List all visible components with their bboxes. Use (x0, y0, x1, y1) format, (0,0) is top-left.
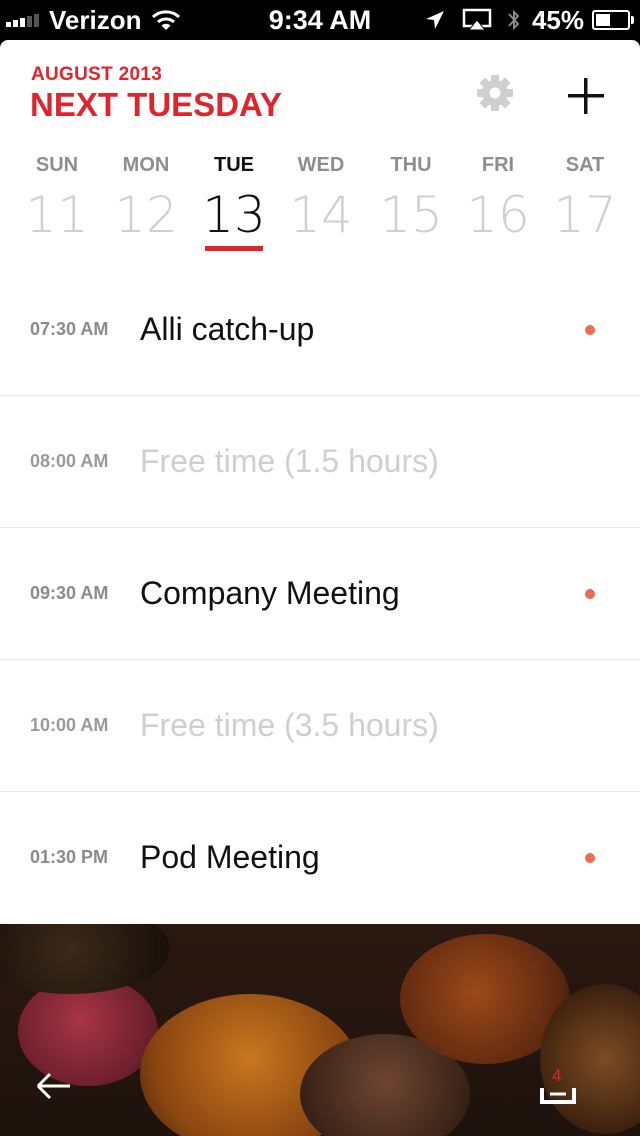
day-tue[interactable]: TUE 13 (189, 150, 279, 250)
day-number: 16 (466, 186, 530, 244)
free-time-row[interactable]: 10:00 AM Free time (3.5 hours) (0, 660, 640, 792)
day-of-week: SUN (35, 154, 79, 176)
calendar-card: AUGUST 2013 NEXT TUESDAY SUN 11 MON 12 T… (0, 40, 640, 924)
bluetooth-icon (508, 9, 520, 31)
day-fri[interactable]: FRI 16 (453, 150, 543, 250)
event-title: Company Meeting (140, 575, 400, 611)
day-sat[interactable]: SAT 17 (540, 150, 630, 250)
event-dot (585, 853, 595, 863)
notification-badge: 4 (552, 1066, 562, 1085)
plus-icon[interactable] (564, 74, 608, 118)
event-title: Free time (1.5 hours) (140, 443, 439, 479)
month-label: AUGUST 2013 (31, 64, 163, 85)
day-of-week: TUE (214, 154, 254, 176)
event-list: 07:30 AM Alli catch-up 08:00 AM Free tim… (0, 264, 640, 923)
day-number: 14 (289, 186, 353, 244)
event-time: 01:30 PM (30, 847, 109, 867)
day-number: 12 (114, 186, 178, 244)
day-number: 17 (553, 186, 617, 244)
day-number: 13 (202, 186, 266, 244)
event-row[interactable]: 01:30 PM Pod Meeting (0, 792, 640, 923)
event-dot (585, 589, 595, 599)
event-title: Alli catch-up (140, 311, 315, 347)
gear-icon[interactable] (474, 72, 516, 114)
day-wed[interactable]: WED 14 (276, 150, 366, 250)
free-time-row[interactable]: 08:00 AM Free time (1.5 hours) (0, 396, 640, 528)
selected-day-indicator (205, 246, 263, 251)
back-arrow-icon[interactable] (34, 1066, 74, 1106)
day-sun[interactable]: SUN 11 (12, 150, 102, 250)
day-number: 15 (379, 186, 443, 244)
event-title: Pod Meeting (140, 839, 320, 875)
page-title: NEXT TUESDAY (30, 86, 282, 123)
day-of-week: THU (390, 154, 432, 176)
event-time: 09:30 AM (30, 583, 109, 603)
event-row[interactable]: 07:30 AM Alli catch-up (0, 264, 640, 396)
day-number: 11 (25, 186, 89, 244)
battery-percent: 45% (531, 4, 584, 35)
airplay-icon (462, 8, 492, 31)
event-time: 08:00 AM (30, 451, 109, 471)
event-time: 10:00 AM (30, 715, 109, 735)
battery-icon (592, 10, 634, 30)
event-title: Free time (3.5 hours) (140, 707, 439, 743)
day-of-week: SAT (565, 154, 605, 176)
day-of-week: FRI (481, 154, 515, 176)
week-strip: SUN 11 MON 12 TUE 13 WED 14 THU 15 FRI 1… (0, 150, 640, 260)
day-of-week: WED (297, 154, 345, 176)
event-time: 07:30 AM (30, 319, 109, 339)
day-thu[interactable]: THU 15 (366, 150, 456, 250)
event-dot (585, 325, 595, 335)
status-bar: Verizon 9:34 AM 45% (0, 0, 640, 40)
location-icon (425, 11, 444, 29)
day-of-week: MON (122, 154, 170, 176)
day-mon[interactable]: MON 12 (101, 150, 191, 250)
event-row[interactable]: 09:30 AM Company Meeting (0, 528, 640, 660)
